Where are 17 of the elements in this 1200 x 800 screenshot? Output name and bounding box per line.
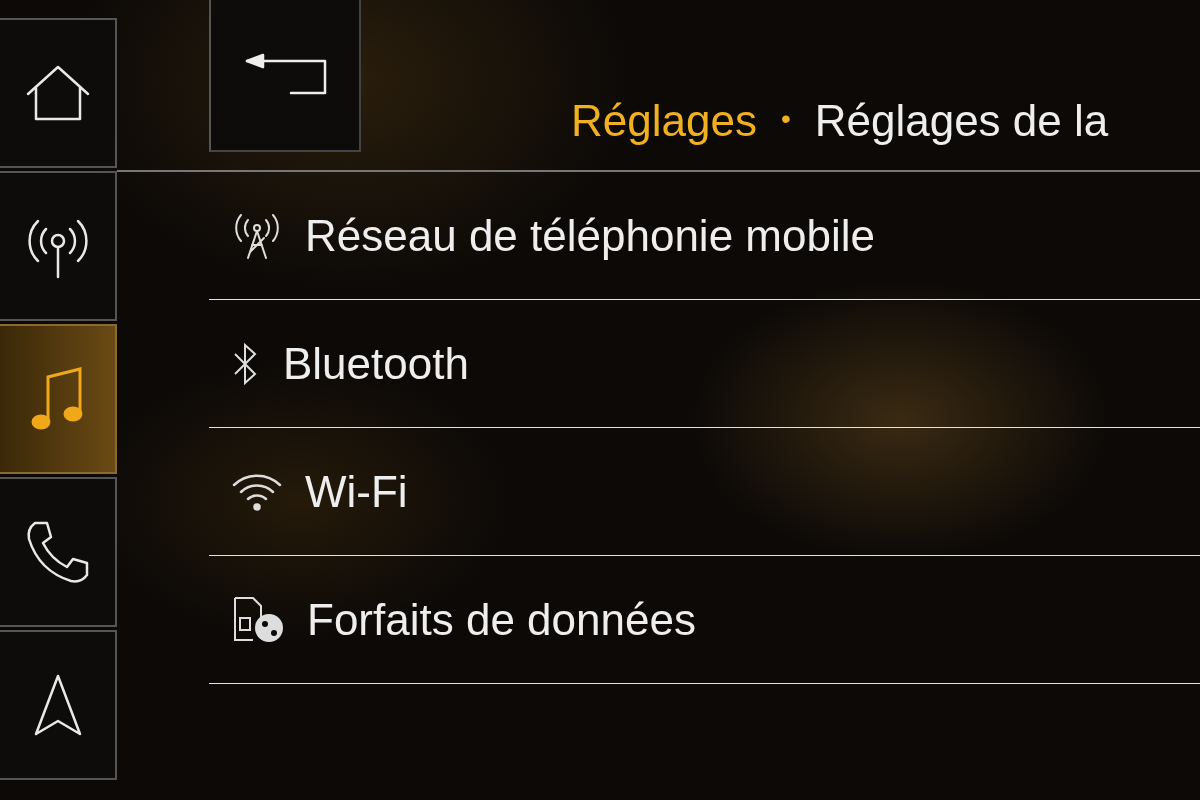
settings-item[interactable]: Forfaits de données [209, 556, 1200, 684]
phone-icon [24, 519, 91, 585]
breadcrumb-link[interactable]: Réglages [571, 88, 757, 170]
sidebar-button[interactable] [0, 18, 117, 168]
navigation-arrow-icon [32, 673, 83, 737]
page-title: Réglages de la [814, 95, 1109, 147]
sidebar-button[interactable] [0, 324, 117, 474]
settings-item[interactable]: Réseau de téléphonie mobile [209, 172, 1200, 300]
sim-card-globe-icon [231, 595, 285, 644]
back-button[interactable] [209, 0, 361, 152]
settings-item[interactable]: Wi-Fi [209, 428, 1200, 556]
sidebar-button[interactable] [0, 171, 117, 321]
sidebar-button[interactable] [0, 477, 117, 627]
settings-item[interactable]: Bluetooth [209, 300, 1200, 428]
wifi-icon [231, 471, 283, 512]
sidebar-button[interactable] [0, 630, 117, 780]
breadcrumb-separator: • [780, 102, 791, 136]
